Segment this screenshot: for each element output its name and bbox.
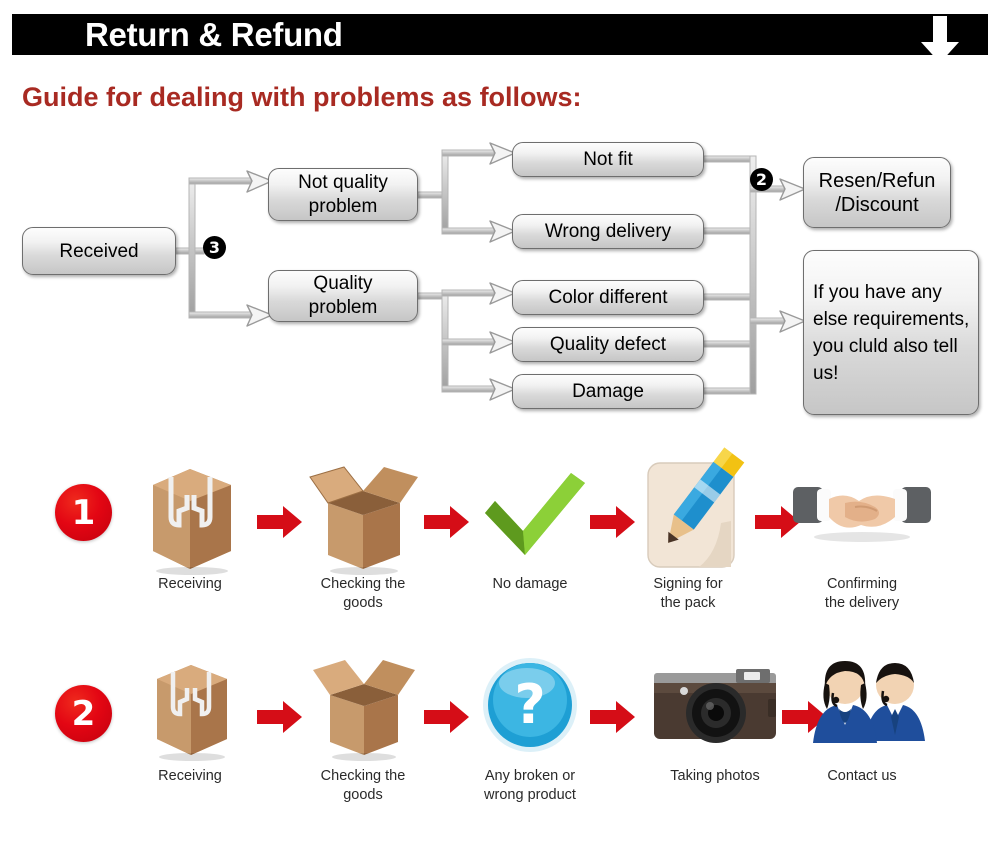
svg-text:?: ? [514,673,545,736]
process-row-2: 2 Receiving Checking the goods ? Any bro… [0,655,1000,835]
flow-node-quality-defect[interactable]: Quality defect [512,327,704,362]
process-step-no-damage: No damage [455,455,605,594]
process-row-2-badge: 2 [55,685,112,742]
flow-node-not-fit-label: Not fit [583,149,633,170]
process-step-any-broken-or-wrong-product: ? Any broken or wrong product [455,647,605,805]
flow-node-other-requirements-label: If you have any else requirements, you c… [813,281,970,384]
closed-box-icon [115,455,265,575]
flow-node-received-label: Received [59,240,139,262]
caption-line-2: the delivery [824,595,900,611]
flow-node-quality-problem-label-2: problem [308,297,378,318]
caption-line-1: Checking the [320,768,406,784]
flow-node-color-different-label: Color different [548,287,668,308]
process-step-signing-for-the-pack: Signing for the pack [613,447,763,613]
flow-node-resend-refund-discount-label-1: Resen/Refun [818,169,936,192]
marker-3: 3 [203,236,226,259]
process-step-any-broken-or-wrong-product-caption: Any broken or wrong product [455,767,605,805]
marker-3-label: 3 [208,237,221,257]
flow-node-wrong-delivery-label: Wrong delivery [544,221,672,242]
flow-node-not-quality-problem-label-2: problem [308,195,378,217]
process-step-checking-the-goods-caption: Checking the goods [288,575,438,613]
caption-line-1: No damage [492,576,568,592]
flow-node-damage-label: Damage [572,381,644,402]
process-step-receiving-2-caption: Receiving [115,767,265,786]
support-agents-icon [787,647,937,767]
caption-line-1: Receiving [158,576,222,592]
question-mark-icon: ? [455,647,605,767]
flow-node-resend-refund-discount-label-2: /Discount [835,193,919,216]
flow-node-quality-defect-label: Quality defect [549,334,667,355]
process-step-no-damage-caption: No damage [455,575,605,594]
caption-line-1: Checking the [320,576,406,592]
process-step-receiving-2: Receiving [115,647,265,786]
flow-node-quality-problem-label-1: Quality [313,273,373,294]
camera-icon [640,647,790,767]
process-row-1-badge: 1 [55,484,112,541]
process-step-confirming-the-delivery-caption: Confirming the delivery [787,575,937,613]
process-step-contact-us: Contact us [787,647,937,786]
red-arrow-right-icon [590,700,636,734]
process-step-receiving-caption: Receiving [115,575,265,594]
open-box-icon [288,455,438,575]
process-step-confirming-the-delivery: Confirming the delivery [787,455,937,613]
process-step-taking-photos-caption: Taking photos [640,767,790,786]
caption-line-1: Contact us [827,768,897,784]
caption-line-2: wrong product [484,787,576,803]
flow-node-not-quality-problem[interactable]: Not quality problem [268,168,418,221]
open-box-icon [288,647,438,767]
flow-node-received[interactable]: Received [22,227,176,275]
flow-node-not-quality-problem-label-1: Not quality [298,171,388,193]
flowchart: Received 3 Not quality problem Quality p… [0,130,1000,430]
caption-line-1: Signing for [653,576,723,592]
caption-line-2: goods [343,595,383,611]
flow-node-damage[interactable]: Damage [512,374,704,409]
flow-node-quality-problem[interactable]: Quality problem [268,270,418,322]
caption-line-1: Taking photos [670,768,760,784]
caption-line-2: the pack [660,595,716,611]
process-step-signing-for-the-pack-caption: Signing for the pack [613,575,763,613]
process-row-2-badge-label: 2 [71,693,96,734]
process-step-taking-photos: Taking photos [640,647,790,786]
caption-line-1: Receiving [158,768,222,784]
down-arrow-icon [918,16,962,64]
caption-line-2: goods [343,787,383,803]
guide-heading: Guide for dealing with problems as follo… [22,82,582,112]
green-check-icon [455,455,605,575]
page-title: Return & Refund [85,16,343,53]
closed-box-icon [115,647,265,767]
flow-node-other-requirements[interactable]: If you have any else requirements, you c… [803,250,979,415]
flow-node-color-different[interactable]: Color different [512,280,704,315]
process-step-contact-us-caption: Contact us [787,767,937,786]
process-row-1-badge-label: 1 [71,492,96,533]
marker-2-label: 2 [755,169,768,189]
caption-line-1: Any broken or [484,768,576,784]
marker-2: 2 [750,168,773,191]
caption-line-1: Confirming [826,576,898,592]
process-step-checking-the-goods: Checking the goods [288,455,438,613]
flow-node-not-fit[interactable]: Not fit [512,142,704,177]
flow-node-resend-refund-discount[interactable]: Resen/Refun /Discount [803,157,951,228]
process-step-checking-the-goods-2-caption: Checking the goods [288,767,438,805]
pencil-sign-icon [613,447,763,575]
handshake-icon [787,455,937,575]
process-step-receiving: Receiving [115,455,265,594]
flow-node-wrong-delivery[interactable]: Wrong delivery [512,214,704,249]
process-step-checking-the-goods-2: Checking the goods [288,647,438,805]
process-row-1: 1 Receiving Checking the goods No damage… [0,447,1000,645]
